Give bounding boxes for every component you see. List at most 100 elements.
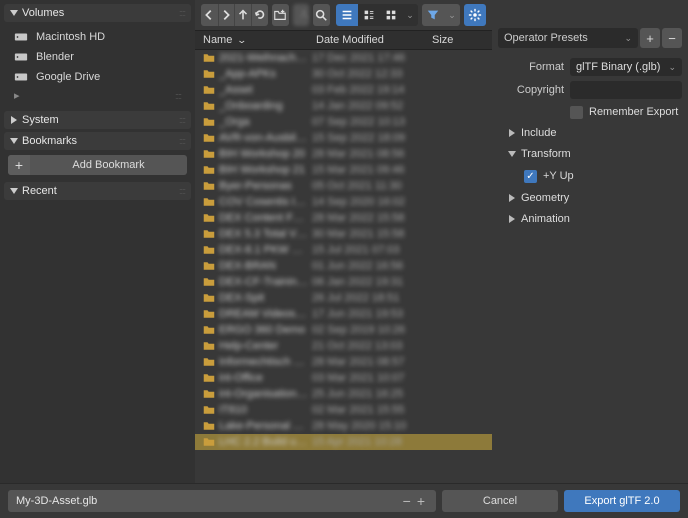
hdd-icon (14, 70, 28, 84)
file-row[interactable]: DREAM Videos-DI 17 Jun 2021 19:53 (195, 306, 492, 322)
file-name: DEX Content Fac... (219, 212, 308, 224)
file-date: 02 Mar 2021 15:55 (312, 404, 428, 416)
recent-header[interactable]: Recent :::: (4, 182, 191, 200)
file-date: 28 May 2020 15:10 (312, 420, 428, 432)
bookmarks-title: Bookmarks (22, 135, 175, 147)
filter-menu-button[interactable]: ⌄ (444, 4, 460, 26)
file-row[interactable]: _App-APKs30 Oct 2022 12:33 (195, 66, 492, 82)
system-header[interactable]: System :::: (4, 111, 191, 129)
file-name: DEX 5.3 Total VR... (219, 228, 308, 240)
size-column-header[interactable]: Size (432, 34, 484, 46)
decrement-button[interactable]: − (400, 493, 414, 509)
file-row[interactable]: DEX-BRAN01 Jun 2022 16:56 (195, 258, 492, 274)
volumes-expander[interactable]: ▸:::: (8, 87, 187, 104)
file-list[interactable]: 2021-Weihnacht... 17 Dec 2021 17:46 _App-A… (195, 50, 492, 483)
file-row[interactable]: BIH Workshop 2115 Mar 2021 09:46 (195, 162, 492, 178)
drive-item[interactable]: Blender (8, 47, 187, 67)
file-name: IT810 (219, 404, 308, 416)
folder-icon (203, 213, 215, 223)
footer: − + Cancel Export glTF 2.0 (0, 483, 688, 518)
file-row[interactable]: _Asset03 Feb 2022 19:14 (195, 82, 492, 98)
file-name: DEX-8.1 PKW Ga... (219, 244, 308, 256)
include-section[interactable]: Include (498, 124, 682, 142)
file-row[interactable]: AVR-von-Ausbild...15 Sep 2022 18:09 (195, 130, 492, 146)
search-button[interactable] (313, 4, 330, 26)
settings-button[interactable] (464, 4, 486, 26)
folder-icon (203, 357, 215, 367)
file-browser: /Users/tomquiring/Documentu... ⌄ ⌄ (195, 0, 492, 483)
recent-title: Recent (22, 185, 175, 197)
file-name: int-Organisationa... (219, 388, 308, 400)
drag-dots-icon: :::: (179, 115, 185, 125)
sort-menu-button[interactable]: ⌄ (402, 4, 418, 26)
format-select[interactable]: glTF Binary (.glb)⌄ (570, 58, 682, 76)
geometry-section[interactable]: Geometry (498, 189, 682, 207)
file-row[interactable]: Byer-Personas05 Oct 2021 11:30 (195, 178, 492, 194)
file-row[interactable]: Lake-Personal To...28 May 2020 15:10 (195, 418, 492, 434)
file-name: ERGO 360 Demo (219, 324, 308, 336)
back-button[interactable] (201, 4, 218, 26)
forward-button[interactable] (218, 4, 235, 26)
list-view-button[interactable] (336, 4, 358, 26)
operator-presets-select[interactable]: Operator Presets⌄ (498, 28, 638, 48)
file-row[interactable]: Help-Center21 Oct 2022 13:03 (195, 338, 492, 354)
file-name: DREAM Videos-DI (219, 308, 308, 320)
remember-export-checkbox[interactable] (570, 106, 583, 119)
file-name: _Asset (219, 84, 308, 96)
file-row[interactable]: int-Office03 Mar 2021 10:07 (195, 370, 492, 386)
transform-section[interactable]: Transform (498, 145, 682, 163)
drive-item[interactable]: Google Drive (8, 67, 187, 87)
filter-button[interactable] (422, 4, 444, 26)
add-preset-button[interactable]: + (640, 28, 660, 48)
refresh-button[interactable] (251, 4, 268, 26)
folder-icon (203, 197, 215, 207)
bookmarks-header[interactable]: Bookmarks :::: (4, 132, 191, 150)
name-column-header[interactable]: Name⌄ (203, 34, 316, 46)
new-folder-button[interactable] (272, 4, 289, 26)
folder-icon (203, 405, 215, 415)
view-mode-buttons: ⌄ (336, 4, 418, 26)
file-row[interactable]: DEX-CF-Trainings06 Jan 2022 19:31 (195, 274, 492, 290)
file-name: DEX-CF-Trainings (219, 276, 308, 288)
folder-icon (203, 373, 215, 383)
file-row[interactable]: _Onboarding14 Jan 2022 09:52 (195, 98, 492, 114)
copyright-input[interactable] (570, 81, 682, 99)
path-input[interactable]: /Users/tomquiring/Documentu... (293, 4, 309, 26)
file-date: 17 Dec 2021 17:46 (312, 52, 428, 64)
export-options-panel: Operator Presets⌄ + − Format glTF Binary… (492, 0, 688, 483)
file-date: 15 Apr 2021 10:28 (312, 436, 428, 448)
volumes-header[interactable]: Volumes :::: (4, 4, 191, 22)
increment-button[interactable]: + (414, 493, 428, 509)
export-button[interactable]: Export glTF 2.0 (564, 490, 680, 512)
file-name: 2021-Weihnacht... (219, 52, 308, 64)
up-button[interactable] (234, 4, 251, 26)
file-row[interactable]: Informechtisch MB...28 Mar 2021 08:57 (195, 354, 492, 370)
file-date: 17 Jun 2021 19:53 (312, 308, 428, 320)
file-row[interactable]: DEX-Spit26 Jul 2022 18:51 (195, 290, 492, 306)
folder-icon (203, 437, 215, 447)
date-column-header[interactable]: Date Modified (316, 34, 432, 46)
drive-item[interactable]: Macintosh HD (8, 27, 187, 47)
y-up-checkbox[interactable] (524, 170, 537, 183)
animation-section[interactable]: Animation (498, 210, 682, 228)
file-row[interactable]: BIH Workshop 2028 Mar 2021 08:56 (195, 146, 492, 162)
file-row[interactable]: _Orga07 Sep 2022 10:13 (195, 114, 492, 130)
hdd-icon (14, 30, 28, 44)
remove-preset-button[interactable]: − (662, 28, 682, 48)
file-row[interactable]: ERGO 360 Demo02 Sep 2019 10:26 (195, 322, 492, 338)
file-row[interactable]: LHC 2.2 Build up...15 Apr 2021 10:28 (195, 434, 492, 450)
file-date: 21 Oct 2022 13:03 (312, 340, 428, 352)
add-bookmark-button[interactable]: + Add Bookmark (8, 155, 187, 175)
grid-view-button[interactable] (380, 4, 402, 26)
cancel-button[interactable]: Cancel (442, 490, 558, 512)
file-row[interactable]: 2021-Weihnacht... 17 Dec 2021 17:46 (195, 50, 492, 66)
detail-view-button[interactable] (358, 4, 380, 26)
file-row[interactable]: DEX Content Fac...28 Mar 2022 15:58 (195, 210, 492, 226)
file-date: 15 Mar 2021 09:46 (312, 164, 428, 176)
file-row[interactable]: DEX-8.1 PKW Ga...15 Jul 2021 07:03 (195, 242, 492, 258)
file-row[interactable]: IT810 02 Mar 2021 15:55 (195, 402, 492, 418)
filename-input[interactable] (16, 495, 400, 507)
file-row[interactable]: DEX 5.3 Total VR...30 Mar 2021 15:58 (195, 226, 492, 242)
file-row[interactable]: COV Cosentis I L...14 Sep 2020 16:02 (195, 194, 492, 210)
file-row[interactable]: int-Organisationa...25 Jun 2021 16:25 (195, 386, 492, 402)
